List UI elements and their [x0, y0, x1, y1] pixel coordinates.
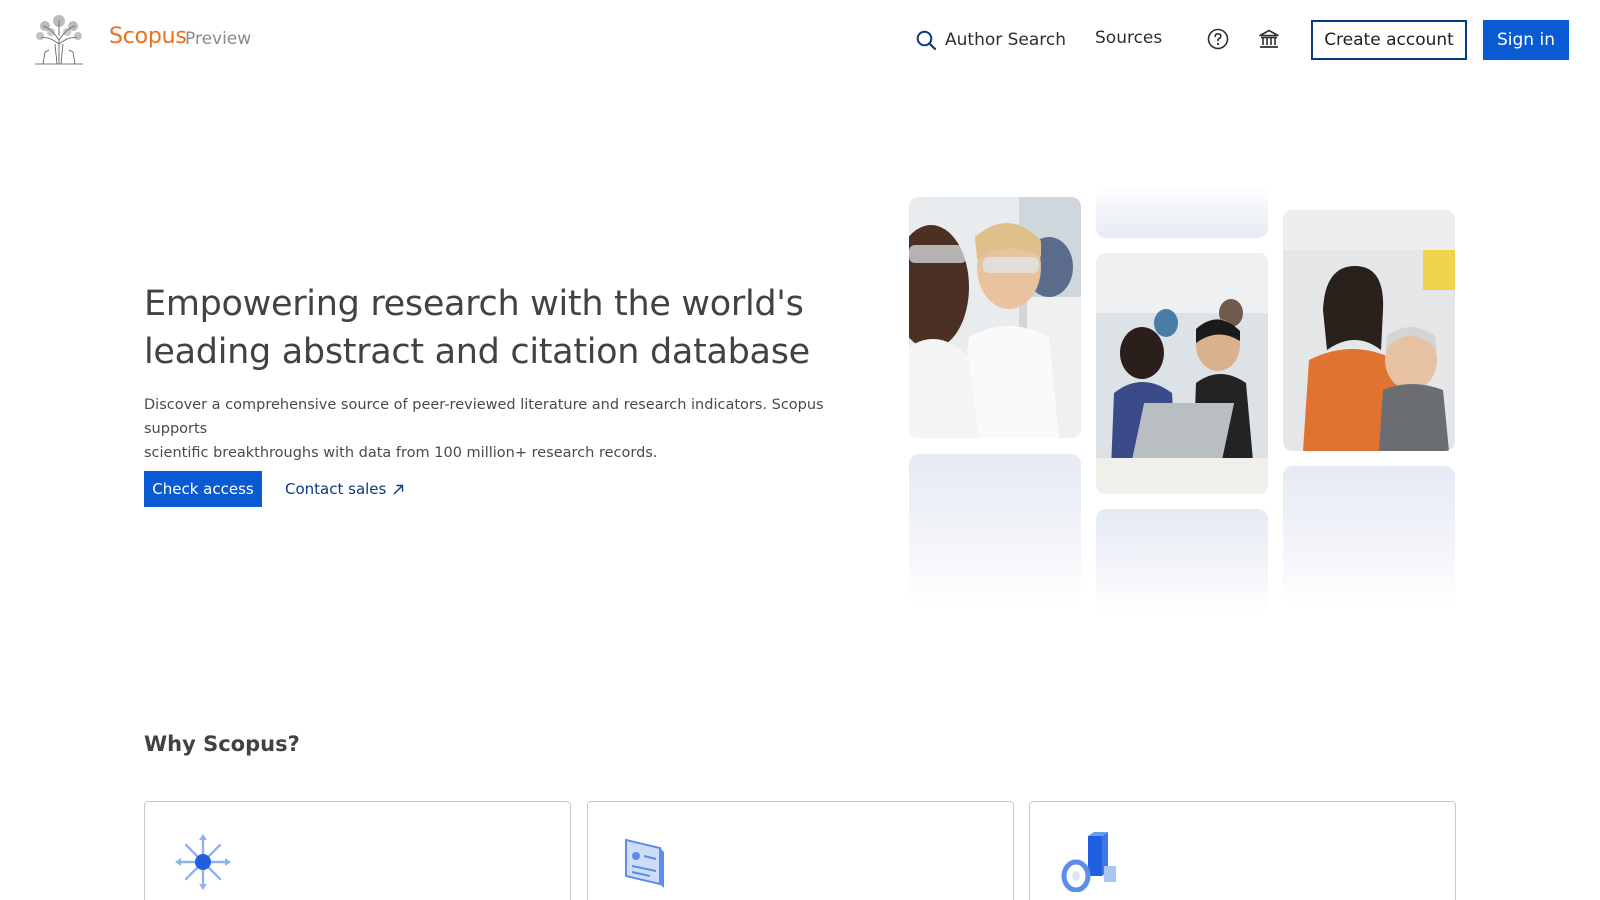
contact-sales-label: Contact sales: [285, 480, 387, 498]
profile-screen-icon: [625, 838, 664, 888]
elsevier-tree-logo-icon[interactable]: [31, 14, 87, 66]
brand-name[interactable]: Scopus: [109, 24, 187, 49]
brand-sub-label: Preview: [185, 29, 252, 49]
network-hub-icon: [175, 834, 231, 890]
hero-title-line-1: Empowering research with the world's: [144, 284, 804, 324]
mosaic-placeholder-tile: [909, 454, 1081, 606]
feature-card: [144, 801, 571, 900]
site-header: Scopus Preview Author Search Sources Cre…: [0, 0, 1600, 80]
external-link-icon: [393, 484, 404, 494]
why-scopus-heading: Why Scopus?: [144, 732, 300, 756]
check-access-button[interactable]: Check access: [144, 471, 262, 507]
mosaic-placeholder-tile: [1283, 466, 1455, 606]
author-search-label: Author Search: [945, 30, 1067, 50]
sign-in-button[interactable]: Sign in: [1483, 20, 1569, 60]
hero-title: Empowering research with the world's lea…: [144, 280, 864, 376]
feature-card: [1029, 801, 1456, 900]
mosaic-placeholder-tile: [1096, 509, 1268, 613]
contact-sales-link[interactable]: Contact sales: [285, 480, 405, 498]
hero-desc-line-1: Discover a comprehensive source of peer-…: [144, 397, 824, 437]
institution-icon[interactable]: [1257, 27, 1281, 51]
sources-link[interactable]: Sources: [1095, 28, 1162, 48]
students-laptop-photo: [1096, 253, 1268, 494]
hero-desc-line-2: scientific breakthroughs with data from …: [144, 445, 658, 461]
analytics-blocks-icon: [1061, 832, 1116, 892]
help-icon[interactable]: [1206, 27, 1230, 51]
colleagues-discussion-photo: [1283, 210, 1455, 451]
search-icon: [916, 30, 937, 51]
create-account-button[interactable]: Create account: [1311, 20, 1467, 60]
researchers-lab-photo: [909, 197, 1081, 438]
hero-description: Discover a comprehensive source of peer-…: [144, 393, 844, 465]
mosaic-placeholder-tile: [1096, 186, 1268, 238]
author-search-link[interactable]: Author Search: [915, 26, 1066, 54]
feature-card: [587, 801, 1014, 900]
hero-title-line-2: leading abstract and citation database: [144, 332, 810, 372]
